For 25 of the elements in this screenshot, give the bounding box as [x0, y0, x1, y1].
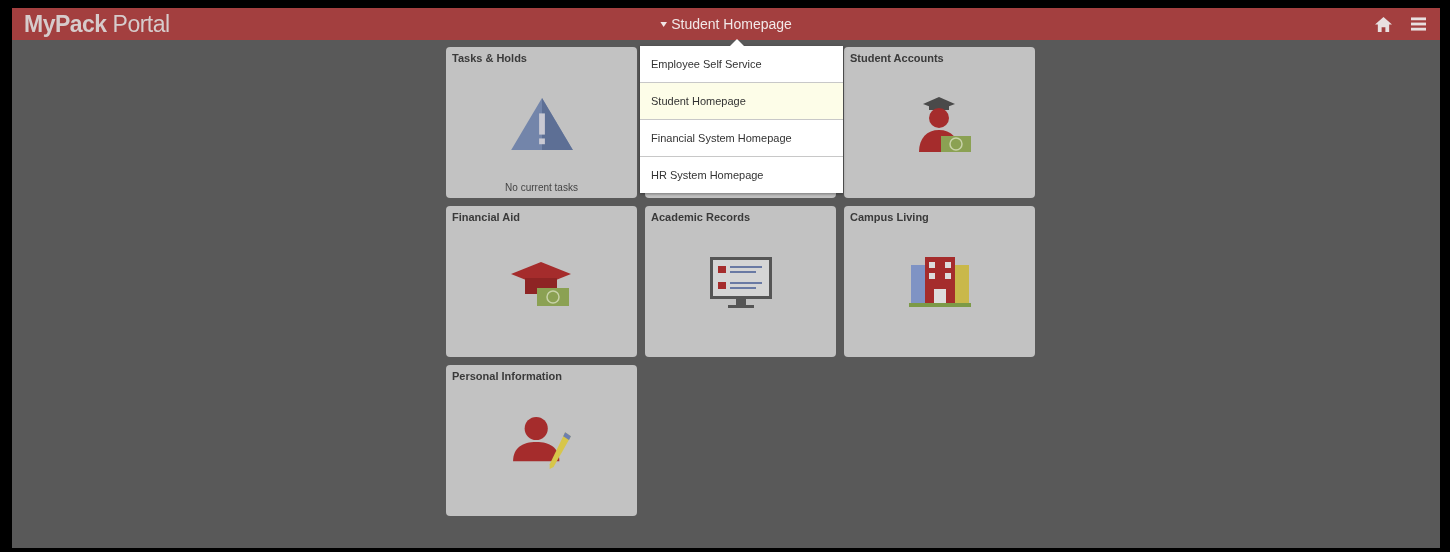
menu-item[interactable]: HR System Homepage [640, 157, 843, 193]
person-pencil-icon [512, 415, 571, 469]
tile[interactable]: Personal Information [446, 365, 637, 516]
warning-icon [510, 98, 573, 150]
menu-item[interactable]: Student Homepage [640, 83, 843, 120]
tile-title: Academic Records [650, 210, 752, 223]
caret-icon [660, 21, 668, 27]
tile[interactable]: Student Accounts [844, 47, 1035, 198]
tile-title: Student Accounts [849, 51, 945, 64]
menu-item[interactable]: Financial System Homepage [640, 120, 843, 157]
tile[interactable]: Financial Aid [446, 206, 637, 357]
tile-title: Financial Aid [451, 210, 522, 223]
tile[interactable]: Campus Living [844, 206, 1035, 357]
tile[interactable]: Tasks & Holds No current tasks [446, 47, 637, 198]
status-text: No current tasks [505, 182, 578, 193]
buildings-icon [908, 257, 971, 309]
tile-title: Personal Information [451, 369, 564, 382]
home-icon[interactable] [1374, 15, 1393, 33]
tile-title: Campus Living [849, 210, 930, 223]
homepage-dropdown[interactable]: Student Homepage [656, 8, 796, 40]
tile-title: Tasks & Holds [451, 51, 528, 64]
menu-icon[interactable] [1411, 17, 1426, 31]
monitor-icon [709, 257, 772, 309]
portal-logo: MyPack Portal [24, 10, 170, 38]
tile[interactable]: Academic Records [645, 206, 836, 357]
